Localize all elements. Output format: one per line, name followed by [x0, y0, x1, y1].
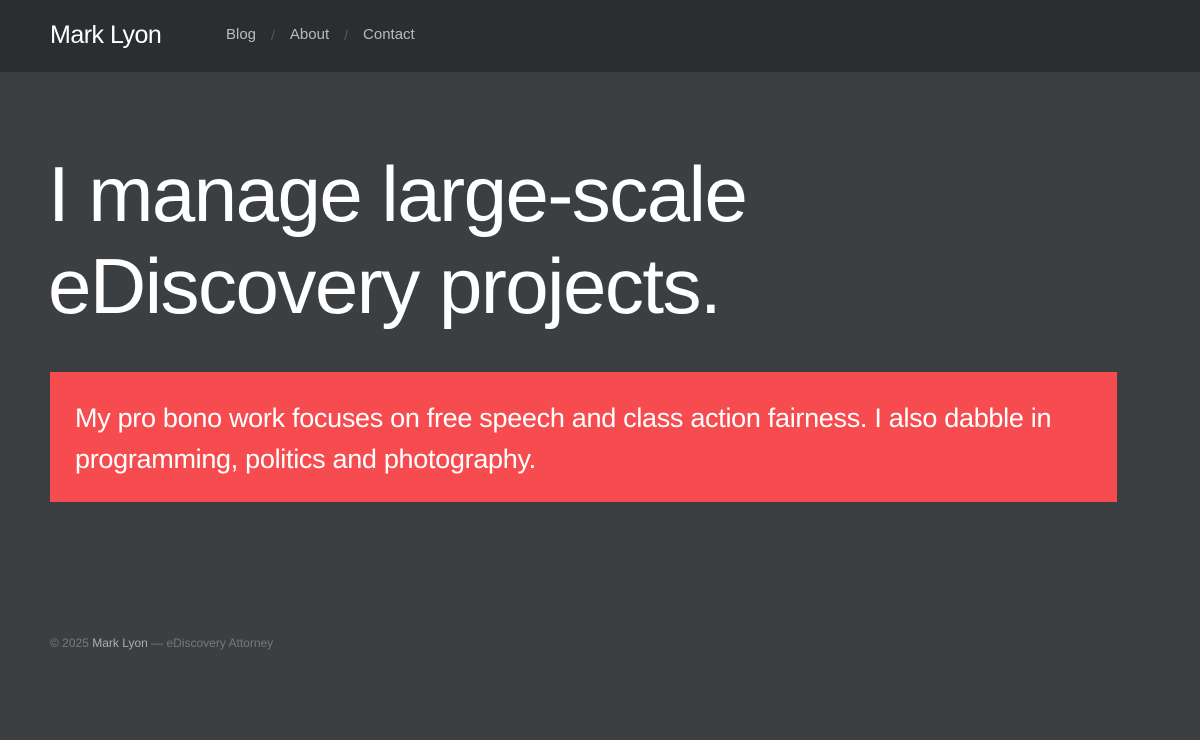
nav-separator: /: [271, 27, 275, 43]
footer-copyright: © 2025: [50, 636, 89, 650]
footer-suffix: — eDiscovery Attorney: [151, 636, 274, 650]
main-nav: Blog / About / Contact: [226, 25, 415, 45]
brand-link[interactable]: Mark Lyon: [50, 19, 162, 51]
top-navbar: Mark Lyon Blog / About / Contact: [0, 0, 1200, 72]
headline-line-2: eDiscovery projects.: [48, 242, 722, 330]
footer-name: Mark Lyon: [92, 636, 148, 650]
headline-line-1: I manage large-scale: [48, 150, 748, 238]
nav-link-about[interactable]: About: [290, 25, 329, 45]
nav-link-contact[interactable]: Contact: [363, 25, 415, 45]
intro-callout: My pro bono work focuses on free speech …: [50, 372, 1117, 502]
page-footer: © 2025 Mark Lyon — eDiscovery Attorney: [50, 635, 273, 651]
callout-text: My pro bono work focuses on free speech …: [75, 403, 1052, 474]
nav-separator: /: [344, 27, 349, 43]
nav-link-blog[interactable]: Blog: [226, 25, 256, 45]
hero-headline: I manage large-scale eDiscovery projects…: [48, 148, 1048, 332]
